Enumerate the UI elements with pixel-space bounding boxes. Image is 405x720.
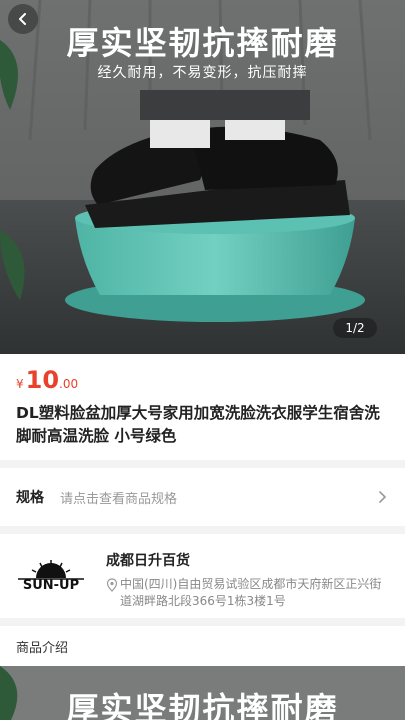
spec-selector-row[interactable]: 规格 请点击查看商品规格 xyxy=(0,468,405,526)
shop-address-text: 中国(四川)自由贸易试验区成都市天府新区正兴街道湖畔路北段366号1栋3楼1号 xyxy=(120,577,382,608)
divider xyxy=(0,526,405,534)
hero-subline: 经久耐用，不易变形，抗压耐摔 xyxy=(97,65,308,81)
product-detail-image: 厚实坚韧抗摔耐磨 xyxy=(0,666,405,720)
product-image-carousel[interactable]: 厚实坚韧抗摔耐磨 经久耐用，不易变形，抗压耐摔 1/2 xyxy=(0,0,405,354)
shop-name: 成都日升百货 xyxy=(106,553,190,569)
product-page: 厚实坚韧抗摔耐磨 经久耐用，不易变形，抗压耐摔 1/2 ¥ 10 .00 DL塑… xyxy=(0,0,405,720)
image-pager-indicator: 1/2 xyxy=(333,318,377,338)
chevron-left-icon xyxy=(19,13,26,25)
shop-info: 成都日升百货 中国(四川)自由贸易试验区成都市天府新区正兴街道湖畔路北段366号… xyxy=(106,550,389,618)
detail-headline: 厚实坚韧抗摔耐磨 xyxy=(66,690,339,720)
currency-symbol: ¥ xyxy=(16,377,24,391)
back-button[interactable] xyxy=(8,4,38,34)
product-title: DL塑料脸盆加厚大号家用加宽洗脸洗衣服学生宿舍洗脚耐高温洗脸 小号绿色 xyxy=(16,404,380,445)
spec-hint: 请点击查看商品规格 xyxy=(60,491,178,507)
divider xyxy=(0,618,405,626)
spec-label: 规格 xyxy=(16,490,44,506)
price-decimal: .00 xyxy=(59,377,79,391)
shop-card[interactable]: SUN-UP 成都日升百货 中国(四川)自由贸易试验区成都市天府新区正兴街道湖畔… xyxy=(0,534,405,618)
divider xyxy=(0,460,405,468)
location-pin-icon xyxy=(106,578,118,592)
hero-headline: 厚实坚韧抗摔耐磨 xyxy=(66,24,339,62)
chevron-right-icon xyxy=(379,491,386,503)
section-header-intro: 商品介绍 xyxy=(0,626,405,666)
shop-logo: SUN-UP xyxy=(16,558,86,594)
product-info: ¥ 10 .00 DL塑料脸盆加厚大号家用加宽洗脸洗衣服学生宿舍洗脚耐高温洗脸 … xyxy=(0,354,405,460)
price-integer: 10 xyxy=(25,366,60,394)
shop-address: 中国(四川)自由贸易试验区成都市天府新区正兴街道湖畔路北段366号1栋3楼1号 xyxy=(106,576,389,610)
shop-logo-text: SUN-UP xyxy=(22,578,80,593)
product-price: ¥ 10 .00 xyxy=(16,366,389,394)
